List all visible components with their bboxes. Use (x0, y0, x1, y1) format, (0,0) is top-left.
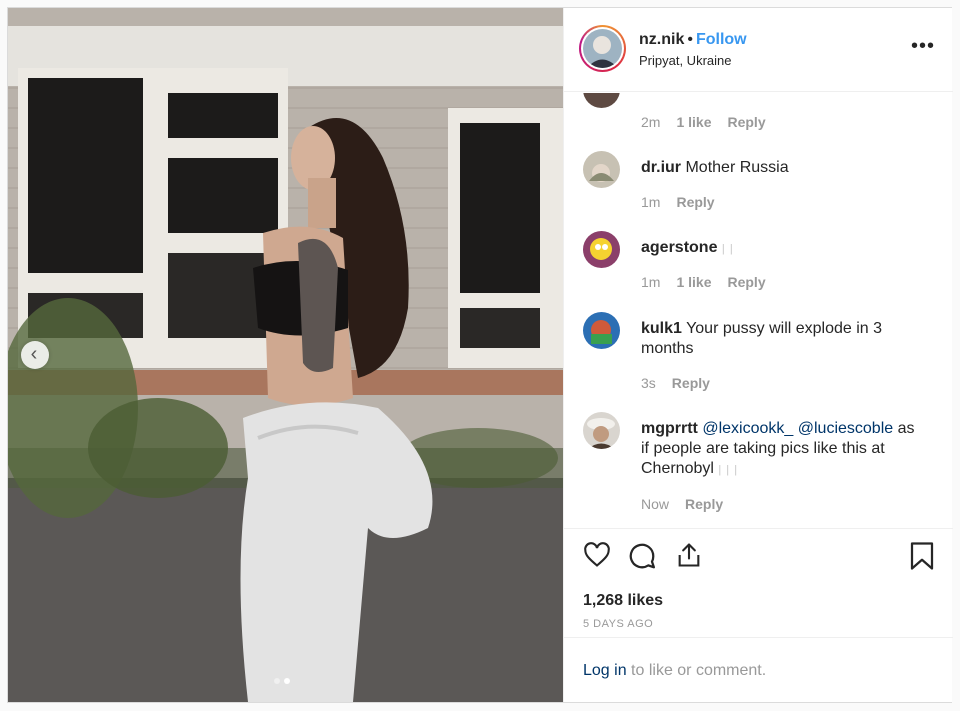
post-modal: ‹ nz.nik • Follow Pripyat, Ukraine ••• 2… (7, 7, 953, 703)
likes-count[interactable]: 1,268 likes (583, 592, 663, 610)
comment-text: kulk1 Your pussy will explode in 3 month… (641, 319, 926, 359)
reply-button[interactable]: Reply (672, 375, 710, 391)
post-photo[interactable]: ‹ (8, 8, 563, 702)
heart-icon[interactable] (583, 541, 611, 574)
comment-time: 1m (641, 194, 661, 210)
comment-body: | | (721, 243, 734, 255)
comment-meta: 3s Reply (641, 375, 710, 391)
comment-time: Now (641, 496, 670, 512)
mention-link[interactable]: @lexicookk_ (702, 420, 793, 437)
comment-text: mgprrtt @lexicookk_ @luciescoble as if p… (641, 419, 926, 480)
post-header: nz.nik • Follow Pripyat, Ukraine ••• (564, 8, 953, 92)
comment-username[interactable]: mgprrtt (641, 420, 698, 437)
comment-username[interactable]: agerstone (641, 239, 717, 256)
comment-text: dr.iur Mother Russia (641, 158, 926, 178)
comment-meta: 1m Reply (641, 194, 715, 210)
header-user-line: nz.nik • Follow (639, 31, 747, 49)
mention-link[interactable]: @luciescoble (798, 420, 893, 437)
comment-username[interactable]: kulk1 (641, 320, 682, 337)
login-prompt: Log in to like or comment. (583, 662, 766, 680)
username-link[interactable]: nz.nik (639, 31, 684, 48)
reply-button[interactable]: Reply (727, 114, 765, 130)
comment-avatar[interactable] (583, 231, 620, 268)
comment-meta: 2m 1 like Reply (641, 114, 766, 130)
comments-list[interactable]: 2m 1 like Reply dr.iur Mother Russia 1m … (564, 93, 953, 528)
more-options-icon[interactable]: ••• (911, 36, 935, 56)
comment-likes[interactable]: 1 like (676, 114, 711, 130)
follow-button[interactable]: Follow (696, 31, 747, 48)
comment-avatar[interactable] (583, 412, 620, 449)
chevron-left-icon: ‹ (30, 342, 38, 365)
separator-dot: • (687, 31, 693, 48)
comment-time: 1m (641, 274, 661, 290)
photo-illustration (8, 8, 563, 702)
comment-username[interactable]: dr.iur (641, 159, 681, 176)
reply-button[interactable]: Reply (676, 194, 714, 210)
comment-time: 2m (641, 114, 661, 130)
carousel-indicator (274, 678, 290, 684)
comment-likes[interactable]: 1 like (676, 274, 711, 290)
comment-avatar[interactable] (583, 93, 620, 108)
reply-button[interactable]: Reply (727, 274, 765, 290)
post-sidebar: nz.nik • Follow Pripyat, Ukraine ••• 2m 1 … (563, 8, 953, 702)
comment-meta: 1m 1 like Reply (641, 274, 766, 290)
comment-text: agerstone | | (641, 238, 926, 259)
login-link[interactable]: Log in (583, 662, 627, 679)
story-ring[interactable] (579, 25, 626, 72)
comment-body: Mother Russia (685, 159, 789, 176)
carousel-dot-active (284, 678, 290, 684)
post-actions: 1,268 likes 5 DAYS AGO (564, 528, 953, 637)
reply-button[interactable]: Reply (685, 496, 723, 512)
carousel-prev-button[interactable]: ‹ (21, 341, 49, 369)
comment-avatar[interactable] (583, 151, 620, 188)
comment-meta: Now Reply (641, 496, 723, 512)
location-link[interactable]: Pripyat, Ukraine (639, 53, 731, 68)
bookmark-icon[interactable] (909, 541, 935, 576)
avatar[interactable] (583, 29, 622, 68)
comment-avatar[interactable] (583, 312, 620, 349)
share-icon[interactable] (675, 541, 703, 574)
post-date: 5 DAYS AGO (583, 618, 654, 630)
comment-time: 3s (641, 375, 656, 391)
comment-icon[interactable] (627, 541, 657, 576)
login-prompt-text: to like or comment. (626, 662, 767, 679)
comment-footer: Log in to like or comment. (564, 637, 953, 702)
comment-faint: | | | (718, 464, 739, 476)
carousel-dot (274, 678, 280, 684)
